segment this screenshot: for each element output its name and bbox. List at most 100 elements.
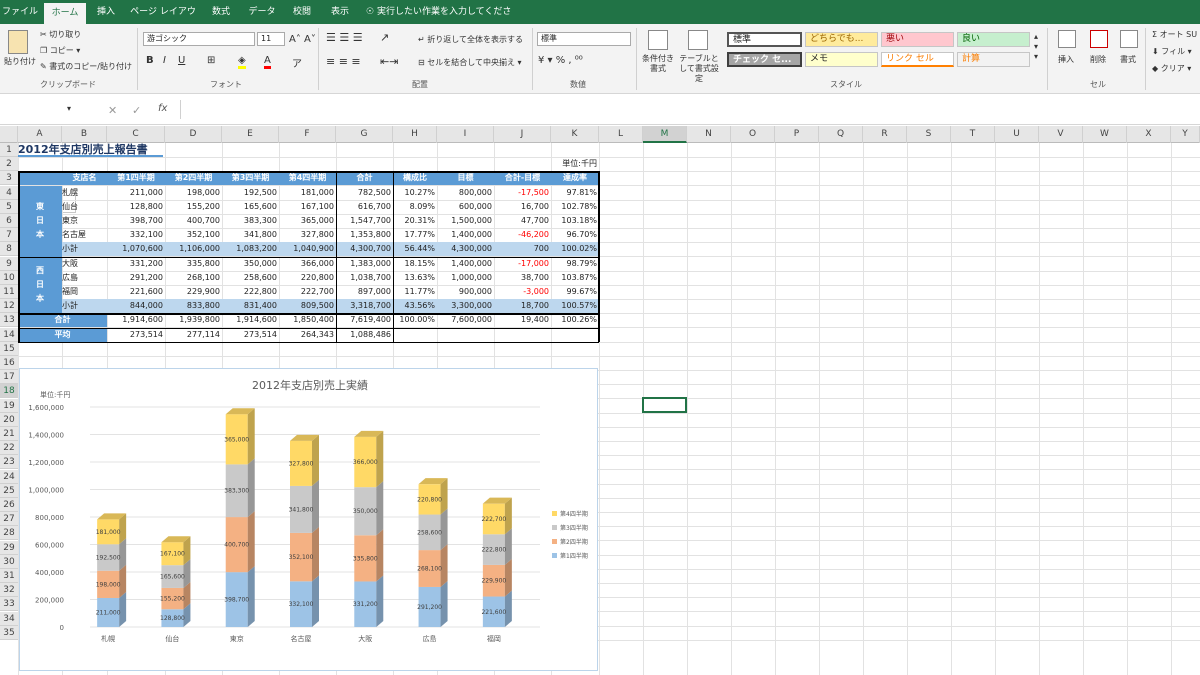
row-header-18[interactable]: 18	[0, 384, 18, 399]
indent-icon[interactable]: ⇤⇥	[380, 55, 398, 68]
border-icon[interactable]: ⊞	[207, 55, 215, 66]
row-header-14[interactable]: 14	[0, 327, 18, 342]
number-format-select[interactable]: 標準	[537, 32, 631, 46]
column-header-F[interactable]: F	[279, 126, 336, 143]
row-header-6[interactable]: 6	[0, 214, 18, 228]
delete-button[interactable]: 削除	[1090, 54, 1106, 65]
active-cell-selection[interactable]	[642, 397, 687, 413]
column-header-H[interactable]: H	[393, 126, 437, 143]
column-header-E[interactable]: E	[222, 126, 279, 143]
row-header-11[interactable]: 11	[0, 285, 18, 299]
select-all-corner[interactable]	[0, 126, 18, 143]
conditional-format-button[interactable]: 条件付き書式	[639, 54, 677, 74]
row-header-8[interactable]: 8	[0, 242, 18, 257]
tell-me-box[interactable]: ☉ 実行したい作業を入力してください...	[366, 0, 516, 41]
italic-button[interactable]: I	[163, 55, 166, 66]
row-header-33[interactable]: 33	[0, 597, 18, 612]
cancel-icon[interactable]: ✕	[108, 104, 117, 117]
column-header-R[interactable]: R	[863, 126, 907, 143]
orientation-icon[interactable]: ↗	[380, 31, 389, 44]
merge-center-button[interactable]: ⊟ セルを結合して中央揃え ▾	[418, 57, 522, 68]
name-box-dropdown-icon[interactable]: ▾	[67, 104, 71, 113]
format-as-table-button[interactable]: テーブルとして書式設定	[676, 54, 722, 84]
row-header-3[interactable]: 3	[0, 171, 18, 186]
fill-color-icon[interactable]: ◈	[238, 55, 246, 69]
row-header-22[interactable]: 22	[0, 441, 18, 456]
insert-button[interactable]: 挿入	[1058, 54, 1074, 65]
style-note[interactable]: メモ	[805, 52, 878, 67]
paste-button[interactable]: 貼り付け	[4, 56, 36, 67]
tab-formulas[interactable]: 数式	[202, 0, 240, 24]
tab-data[interactable]: データ	[242, 0, 282, 24]
column-header-G[interactable]: G	[336, 126, 393, 143]
row-header-2[interactable]: 2	[0, 157, 18, 172]
column-header-I[interactable]: I	[437, 126, 494, 143]
function-icon[interactable]: fx	[158, 103, 167, 114]
row-header-4[interactable]: 4	[0, 185, 18, 200]
row-header-23[interactable]: 23	[0, 455, 18, 470]
cut-button[interactable]: ✂ 切り取り	[40, 29, 81, 40]
row-header-29[interactable]: 29	[0, 540, 18, 555]
row-header-5[interactable]: 5	[0, 199, 18, 214]
column-header-S[interactable]: S	[907, 126, 951, 143]
column-header-P[interactable]: P	[775, 126, 819, 143]
style-normal[interactable]: 標準	[727, 32, 802, 47]
font-color-icon[interactable]: A	[264, 55, 271, 69]
column-header-C[interactable]: C	[107, 126, 165, 143]
row-header-35[interactable]: 35	[0, 625, 18, 640]
tab-home[interactable]: ホーム	[44, 3, 86, 24]
row-header-27[interactable]: 27	[0, 512, 18, 527]
row-header-13[interactable]: 13	[0, 313, 18, 328]
paste-icon[interactable]	[8, 30, 28, 54]
styles-scroll-icon[interactable]: ▴ ▾ ▾	[1034, 32, 1038, 62]
column-header-T[interactable]: T	[951, 126, 995, 143]
column-header-N[interactable]: N	[687, 126, 731, 143]
row-header-20[interactable]: 20	[0, 412, 18, 427]
row-header-31[interactable]: 31	[0, 569, 18, 583]
number-format-icons[interactable]: ¥ ▾ % , ⁰⁰	[538, 55, 583, 66]
style-linked-cell[interactable]: リンク セル	[881, 52, 954, 67]
copy-button[interactable]: ❐ コピー ▾	[40, 45, 80, 56]
row-header-12[interactable]: 12	[0, 299, 18, 314]
formula-input[interactable]	[180, 100, 1196, 119]
row-header-1[interactable]: 1	[0, 143, 18, 157]
column-header-Q[interactable]: Q	[819, 126, 863, 143]
column-header-X[interactable]: X	[1127, 126, 1171, 143]
row-header-21[interactable]: 21	[0, 427, 18, 441]
column-header-K[interactable]: K	[551, 126, 599, 143]
column-header-Y[interactable]: Y	[1171, 126, 1200, 143]
column-header-M[interactable]: M	[643, 126, 687, 143]
font-size-select[interactable]: 11	[257, 32, 285, 46]
tab-view[interactable]: 表示	[322, 0, 358, 24]
align-left-icons[interactable]: ≡ ≡ ≡	[326, 55, 361, 68]
tab-file[interactable]: ファイル	[0, 0, 40, 24]
row-header-34[interactable]: 34	[0, 611, 18, 626]
style-calculation[interactable]: 計算	[957, 52, 1030, 67]
column-header-U[interactable]: U	[995, 126, 1039, 143]
style-bad[interactable]: 悪い	[881, 32, 954, 47]
style-good[interactable]: 良い	[957, 32, 1030, 47]
enter-icon[interactable]: ✓	[132, 104, 141, 117]
wrap-text-button[interactable]: ↵ 折り返して全体を表示する	[418, 34, 523, 45]
column-header-D[interactable]: D	[165, 126, 222, 143]
row-header-19[interactable]: 19	[0, 398, 18, 413]
fill-button[interactable]: ⬇ フィル ▾	[1152, 46, 1192, 57]
column-header-B[interactable]: B	[62, 126, 107, 143]
stacked-bar-chart[interactable]: 2012年支店別売上実績 単位:千円 0 200,000 400,000 600,000 8…	[19, 368, 598, 671]
style-neutral[interactable]: どちらでも...	[805, 32, 878, 47]
autosum-button[interactable]: Σ オート SU	[1152, 29, 1197, 40]
bold-button[interactable]: B	[146, 55, 154, 66]
column-header-J[interactable]: J	[494, 126, 551, 143]
column-header-A[interactable]: A	[18, 126, 62, 143]
row-header-10[interactable]: 10	[0, 270, 18, 285]
row-header-26[interactable]: 26	[0, 498, 18, 512]
row-header-7[interactable]: 7	[0, 228, 18, 243]
format-button[interactable]: 書式	[1120, 54, 1136, 65]
row-header-16[interactable]: 16	[0, 356, 18, 370]
column-header-V[interactable]: V	[1039, 126, 1083, 143]
tab-page-layout[interactable]: ページ レイアウト	[126, 0, 200, 41]
clear-button[interactable]: ◆ クリア ▾	[1152, 63, 1191, 74]
row-header-15[interactable]: 15	[0, 341, 18, 356]
row-header-9[interactable]: 9	[0, 256, 18, 271]
row-header-17[interactable]: 17	[0, 370, 18, 385]
